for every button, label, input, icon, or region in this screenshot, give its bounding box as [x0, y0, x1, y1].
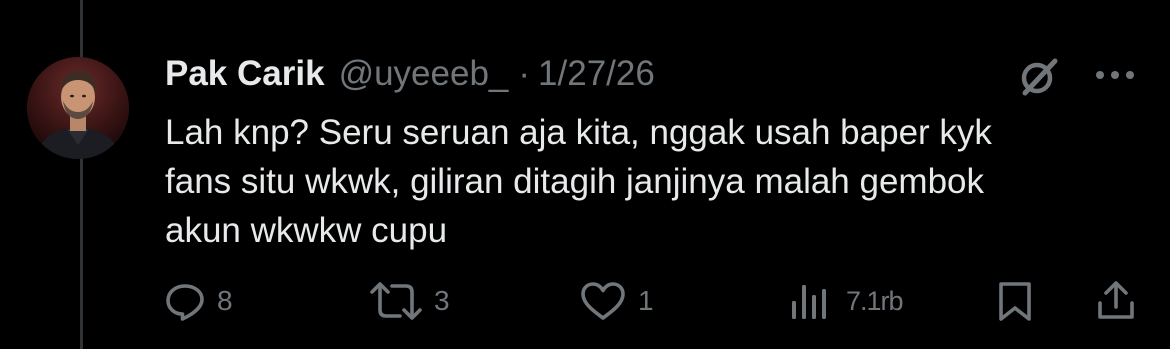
reply-count: 8 — [217, 285, 233, 316]
grok-icon — [1021, 58, 1058, 96]
header-separator: · — [518, 54, 531, 93]
bookmark-button[interactable] — [995, 273, 1035, 329]
action-bar: 8 3 1 7.1rb — [0, 273, 1170, 329]
reply-button[interactable]: 8 — [163, 273, 233, 329]
display-name[interactable]: Pak Carik — [165, 54, 325, 94]
repost-icon — [370, 282, 422, 320]
user-handle[interactable]: @uyeeeb_ — [339, 54, 509, 94]
like-button[interactable]: 1 — [578, 273, 654, 329]
views-button[interactable]: 7.1rb — [790, 273, 904, 329]
more-icon — [1096, 71, 1134, 79]
repost-count: 3 — [434, 285, 450, 316]
share-icon — [1098, 281, 1134, 319]
tweet-text: Lah knp? Seru seruan aja kita, nggak usa… — [165, 113, 992, 250]
tweet-date[interactable]: 1/27/26 — [538, 54, 655, 94]
repost-button[interactable]: 3 — [368, 273, 450, 329]
share-button[interactable] — [1096, 273, 1136, 329]
like-count: 1 — [638, 285, 654, 316]
avatar-image — [27, 57, 129, 159]
reply-icon — [166, 284, 204, 321]
avatar[interactable] — [27, 57, 129, 159]
more-options-button[interactable] — [1090, 55, 1140, 95]
grok-button[interactable] — [1014, 52, 1064, 102]
tweet-header: Pak Carik @uyeeeb_ · 1/27/26 — [165, 52, 655, 96]
heart-icon — [581, 282, 625, 320]
bookmark-icon — [999, 282, 1031, 321]
views-count: 7.1rb — [846, 285, 904, 316]
views-icon — [792, 285, 826, 319]
